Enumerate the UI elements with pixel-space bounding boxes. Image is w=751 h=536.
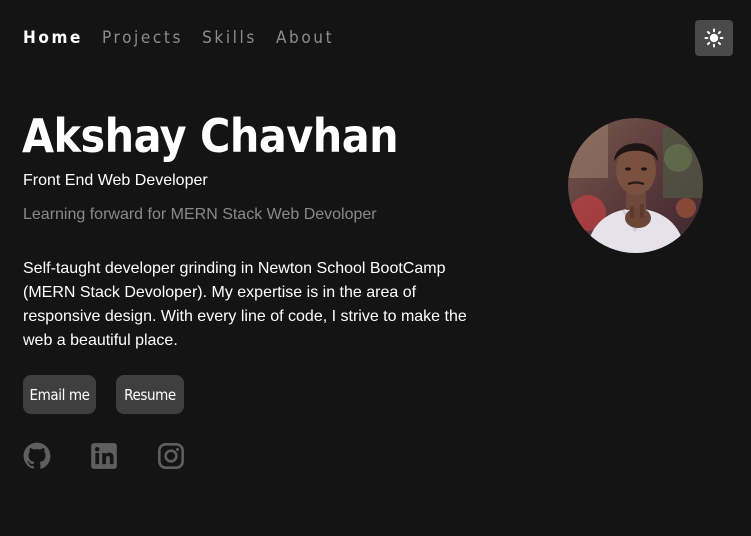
hero-role: Front End Web Developer [23, 172, 208, 189]
resume-button[interactable]: Resume [116, 375, 184, 414]
portfolio-page: Home Projects Skills About Akshay Chavha… [0, 0, 751, 536]
nav-about[interactable]: About [276, 28, 334, 48]
github-icon[interactable] [23, 442, 51, 470]
profile-photo [568, 118, 703, 253]
nav-skills[interactable]: Skills [202, 28, 257, 48]
nav-projects[interactable]: Projects [102, 28, 183, 48]
hero-tagline: Learning forward for MERN Stack Web Devo… [23, 206, 377, 223]
sun-icon [704, 28, 724, 48]
linkedin-icon[interactable] [90, 442, 118, 470]
hero-bio: Self-taught developer grinding in Newton… [23, 260, 467, 349]
instagram-icon[interactable] [157, 442, 185, 470]
nav-home[interactable]: Home [23, 28, 83, 48]
email-button[interactable]: Email me [23, 375, 96, 414]
profile-avatar [568, 118, 703, 253]
top-nav: Home Projects Skills About [23, 28, 353, 48]
theme-toggle-button[interactable] [695, 20, 733, 56]
hero-name: Akshay Chavhan [22, 109, 399, 163]
